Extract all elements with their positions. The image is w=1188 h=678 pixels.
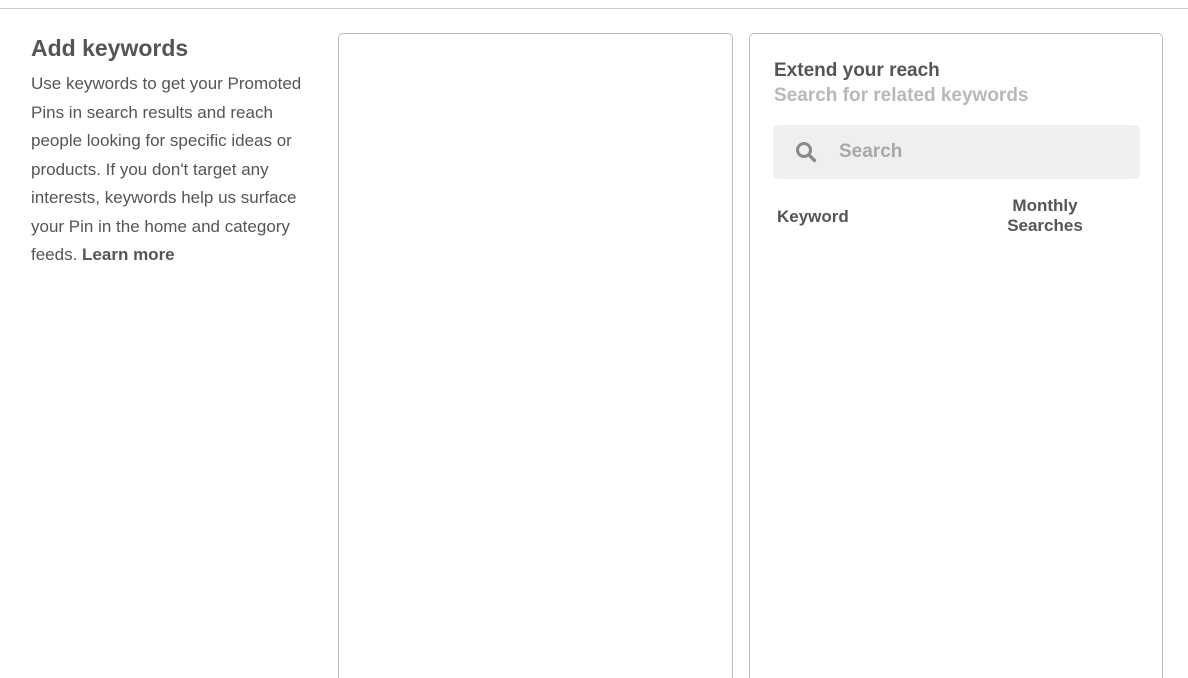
column-header-monthly-searches: Monthly Searches	[1007, 196, 1083, 235]
intro-description: Use keywords to get your Promoted Pins i…	[31, 70, 311, 270]
reach-subtitle: Search for related keywords	[774, 85, 1029, 106]
search-icon	[795, 141, 817, 163]
intro-title: Add keywords	[31, 35, 189, 61]
column-header-keyword: Keyword	[777, 207, 849, 226]
keyword-search-box[interactable]	[773, 125, 1140, 179]
intro-section: Add keywords Use keywords to get your Pr…	[31, 34, 311, 270]
selected-keywords-panel[interactable]	[338, 33, 733, 678]
extend-reach-panel: Extend your reach Search for related key…	[749, 33, 1163, 678]
top-divider	[0, 8, 1188, 9]
keyword-search-input[interactable]	[839, 125, 1129, 179]
learn-more-link[interactable]: Learn more	[82, 245, 175, 264]
intro-description-text: Use keywords to get your Promoted Pins i…	[31, 74, 302, 264]
keywords-page: Add keywords Use keywords to get your Pr…	[0, 0, 1188, 678]
reach-title: Extend your reach	[774, 60, 940, 81]
